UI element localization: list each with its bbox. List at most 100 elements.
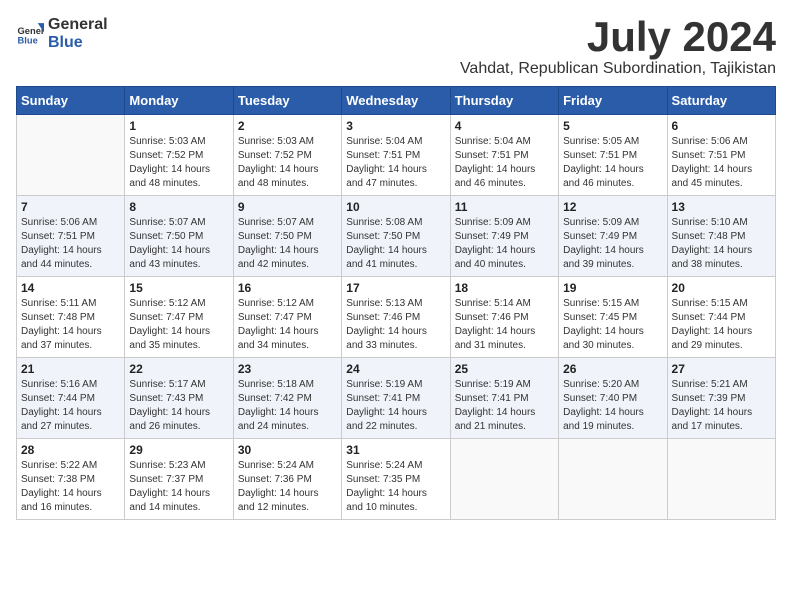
header-cell-sunday: Sunday [17,87,125,115]
day-number: 5 [563,119,662,133]
header-cell-tuesday: Tuesday [233,87,341,115]
day-info: Sunrise: 5:07 AM Sunset: 7:50 PM Dayligh… [238,216,337,272]
day-info: Sunrise: 5:19 AM Sunset: 7:41 PM Dayligh… [455,378,554,434]
day-cell: 10 Sunrise: 5:08 AM Sunset: 7:50 PM Dayli… [342,196,450,277]
day-number: 4 [455,119,554,133]
day-number: 10 [346,200,445,214]
day-cell [17,115,125,196]
day-info: Sunrise: 5:16 AM Sunset: 7:44 PM Dayligh… [21,378,120,434]
day-number: 17 [346,281,445,295]
week-row-5: 28 Sunrise: 5:22 AM Sunset: 7:38 PM Dayli… [17,439,776,520]
svg-text:General: General [18,26,44,36]
title-area: July 2024 Vahdat, Republican Subordinati… [460,16,776,78]
month-title: July 2024 [460,16,776,58]
day-number: 30 [238,443,337,457]
day-cell: 30Sunrise: 5:24 AM Sunset: 7:36 PM Dayli… [233,439,341,520]
day-number: 16 [238,281,337,295]
day-info: Sunrise: 5:03 AM Sunset: 7:52 PM Dayligh… [129,135,228,191]
logo-blue: Blue [48,34,108,52]
day-info: Sunrise: 5:20 AM Sunset: 7:40 PM Dayligh… [563,378,662,434]
day-cell: 25 Sunrise: 5:19 AM Sunset: 7:41 PM Dayli… [450,358,558,439]
day-number: 21 [21,362,120,376]
day-cell: 14 Sunrise: 5:11 AM Sunset: 7:48 PM Dayli… [17,277,125,358]
day-number: 31 [346,443,445,457]
header-cell-thursday: Thursday [450,87,558,115]
week-row-2: 7Sunrise: 5:06 AM Sunset: 7:51 PM Daylig… [17,196,776,277]
day-cell: 20Sunrise: 5:15 AM Sunset: 7:44 PM Dayli… [667,277,775,358]
day-number: 23 [238,362,337,376]
day-cell: 18 Sunrise: 5:14 AM Sunset: 7:46 PM Dayli… [450,277,558,358]
header-cell-monday: Monday [125,87,233,115]
day-info: Sunrise: 5:06 AM Sunset: 7:51 PM Dayligh… [672,135,771,191]
day-cell [559,439,667,520]
day-number: 1 [129,119,228,133]
logo: General Blue General Blue [16,16,108,51]
day-info: Sunrise: 5:05 AM Sunset: 7:51 PM Dayligh… [563,135,662,191]
calendar-header: SundayMondayTuesdayWednesdayThursdayFrid… [17,87,776,115]
day-cell: 16 Sunrise: 5:12 AM Sunset: 7:47 PM Dayli… [233,277,341,358]
day-number: 3 [346,119,445,133]
day-cell: 1 Sunrise: 5:03 AM Sunset: 7:52 PM Daylig… [125,115,233,196]
day-info: Sunrise: 5:09 AM Sunset: 7:49 PM Dayligh… [563,216,662,272]
day-info: Sunrise: 5:12 AM Sunset: 7:47 PM Dayligh… [238,297,337,353]
day-cell: 5 Sunrise: 5:05 AM Sunset: 7:51 PM Daylig… [559,115,667,196]
day-cell: 31Sunrise: 5:24 AM Sunset: 7:35 PM Dayli… [342,439,450,520]
svg-text:Blue: Blue [18,35,38,45]
day-number: 26 [563,362,662,376]
day-cell: 8Sunrise: 5:07 AM Sunset: 7:50 PM Daylig… [125,196,233,277]
day-info: Sunrise: 5:17 AM Sunset: 7:43 PM Dayligh… [129,378,228,434]
day-number: 28 [21,443,120,457]
day-info: Sunrise: 5:15 AM Sunset: 7:44 PM Dayligh… [672,297,771,353]
day-cell: 4 Sunrise: 5:04 AM Sunset: 7:51 PM Daylig… [450,115,558,196]
day-info: Sunrise: 5:18 AM Sunset: 7:42 PM Dayligh… [238,378,337,434]
header-cell-friday: Friday [559,87,667,115]
day-cell: 28 Sunrise: 5:22 AM Sunset: 7:38 PM Dayli… [17,439,125,520]
day-info: Sunrise: 5:21 AM Sunset: 7:39 PM Dayligh… [672,378,771,434]
day-number: 24 [346,362,445,376]
day-cell: 7Sunrise: 5:06 AM Sunset: 7:51 PM Daylig… [17,196,125,277]
day-number: 8 [129,200,228,214]
day-cell: 13 Sunrise: 5:10 AM Sunset: 7:48 PM Dayli… [667,196,775,277]
day-info: Sunrise: 5:23 AM Sunset: 7:37 PM Dayligh… [129,459,228,515]
day-cell [450,439,558,520]
day-info: Sunrise: 5:10 AM Sunset: 7:48 PM Dayligh… [672,216,771,272]
day-cell: 17Sunrise: 5:13 AM Sunset: 7:46 PM Dayli… [342,277,450,358]
day-info: Sunrise: 5:08 AM Sunset: 7:50 PM Dayligh… [346,216,445,272]
day-number: 25 [455,362,554,376]
day-info: Sunrise: 5:03 AM Sunset: 7:52 PM Dayligh… [238,135,337,191]
day-cell: 22 Sunrise: 5:17 AM Sunset: 7:43 PM Dayli… [125,358,233,439]
header-row: SundayMondayTuesdayWednesdayThursdayFrid… [17,87,776,115]
day-cell: 24 Sunrise: 5:19 AM Sunset: 7:41 PM Dayli… [342,358,450,439]
day-number: 2 [238,119,337,133]
day-info: Sunrise: 5:04 AM Sunset: 7:51 PM Dayligh… [455,135,554,191]
day-number: 9 [238,200,337,214]
day-info: Sunrise: 5:06 AM Sunset: 7:51 PM Dayligh… [21,216,120,272]
day-info: Sunrise: 5:22 AM Sunset: 7:38 PM Dayligh… [21,459,120,515]
calendar-body: 1 Sunrise: 5:03 AM Sunset: 7:52 PM Daylig… [17,115,776,520]
day-cell [667,439,775,520]
day-number: 19 [563,281,662,295]
day-number: 13 [672,200,771,214]
calendar-table: SundayMondayTuesdayWednesdayThursdayFrid… [16,86,776,520]
header-cell-wednesday: Wednesday [342,87,450,115]
day-cell: 21 Sunrise: 5:16 AM Sunset: 7:44 PM Dayli… [17,358,125,439]
day-cell: 3Sunrise: 5:04 AM Sunset: 7:51 PM Daylig… [342,115,450,196]
day-number: 22 [129,362,228,376]
day-number: 6 [672,119,771,133]
day-number: 18 [455,281,554,295]
day-number: 11 [455,200,554,214]
day-info: Sunrise: 5:11 AM Sunset: 7:48 PM Dayligh… [21,297,120,353]
day-info: Sunrise: 5:15 AM Sunset: 7:45 PM Dayligh… [563,297,662,353]
location-title: Vahdat, Republican Subordination, Tajiki… [460,60,776,78]
day-info: Sunrise: 5:19 AM Sunset: 7:41 PM Dayligh… [346,378,445,434]
day-info: Sunrise: 5:12 AM Sunset: 7:47 PM Dayligh… [129,297,228,353]
day-number: 14 [21,281,120,295]
day-info: Sunrise: 5:14 AM Sunset: 7:46 PM Dayligh… [455,297,554,353]
week-row-1: 1 Sunrise: 5:03 AM Sunset: 7:52 PM Daylig… [17,115,776,196]
week-row-4: 21 Sunrise: 5:16 AM Sunset: 7:44 PM Dayli… [17,358,776,439]
day-number: 29 [129,443,228,457]
day-number: 12 [563,200,662,214]
page-header: General Blue General Blue July 2024 Vahd… [16,16,776,78]
day-cell: 11Sunrise: 5:09 AM Sunset: 7:49 PM Dayli… [450,196,558,277]
logo-general: General [48,16,108,34]
